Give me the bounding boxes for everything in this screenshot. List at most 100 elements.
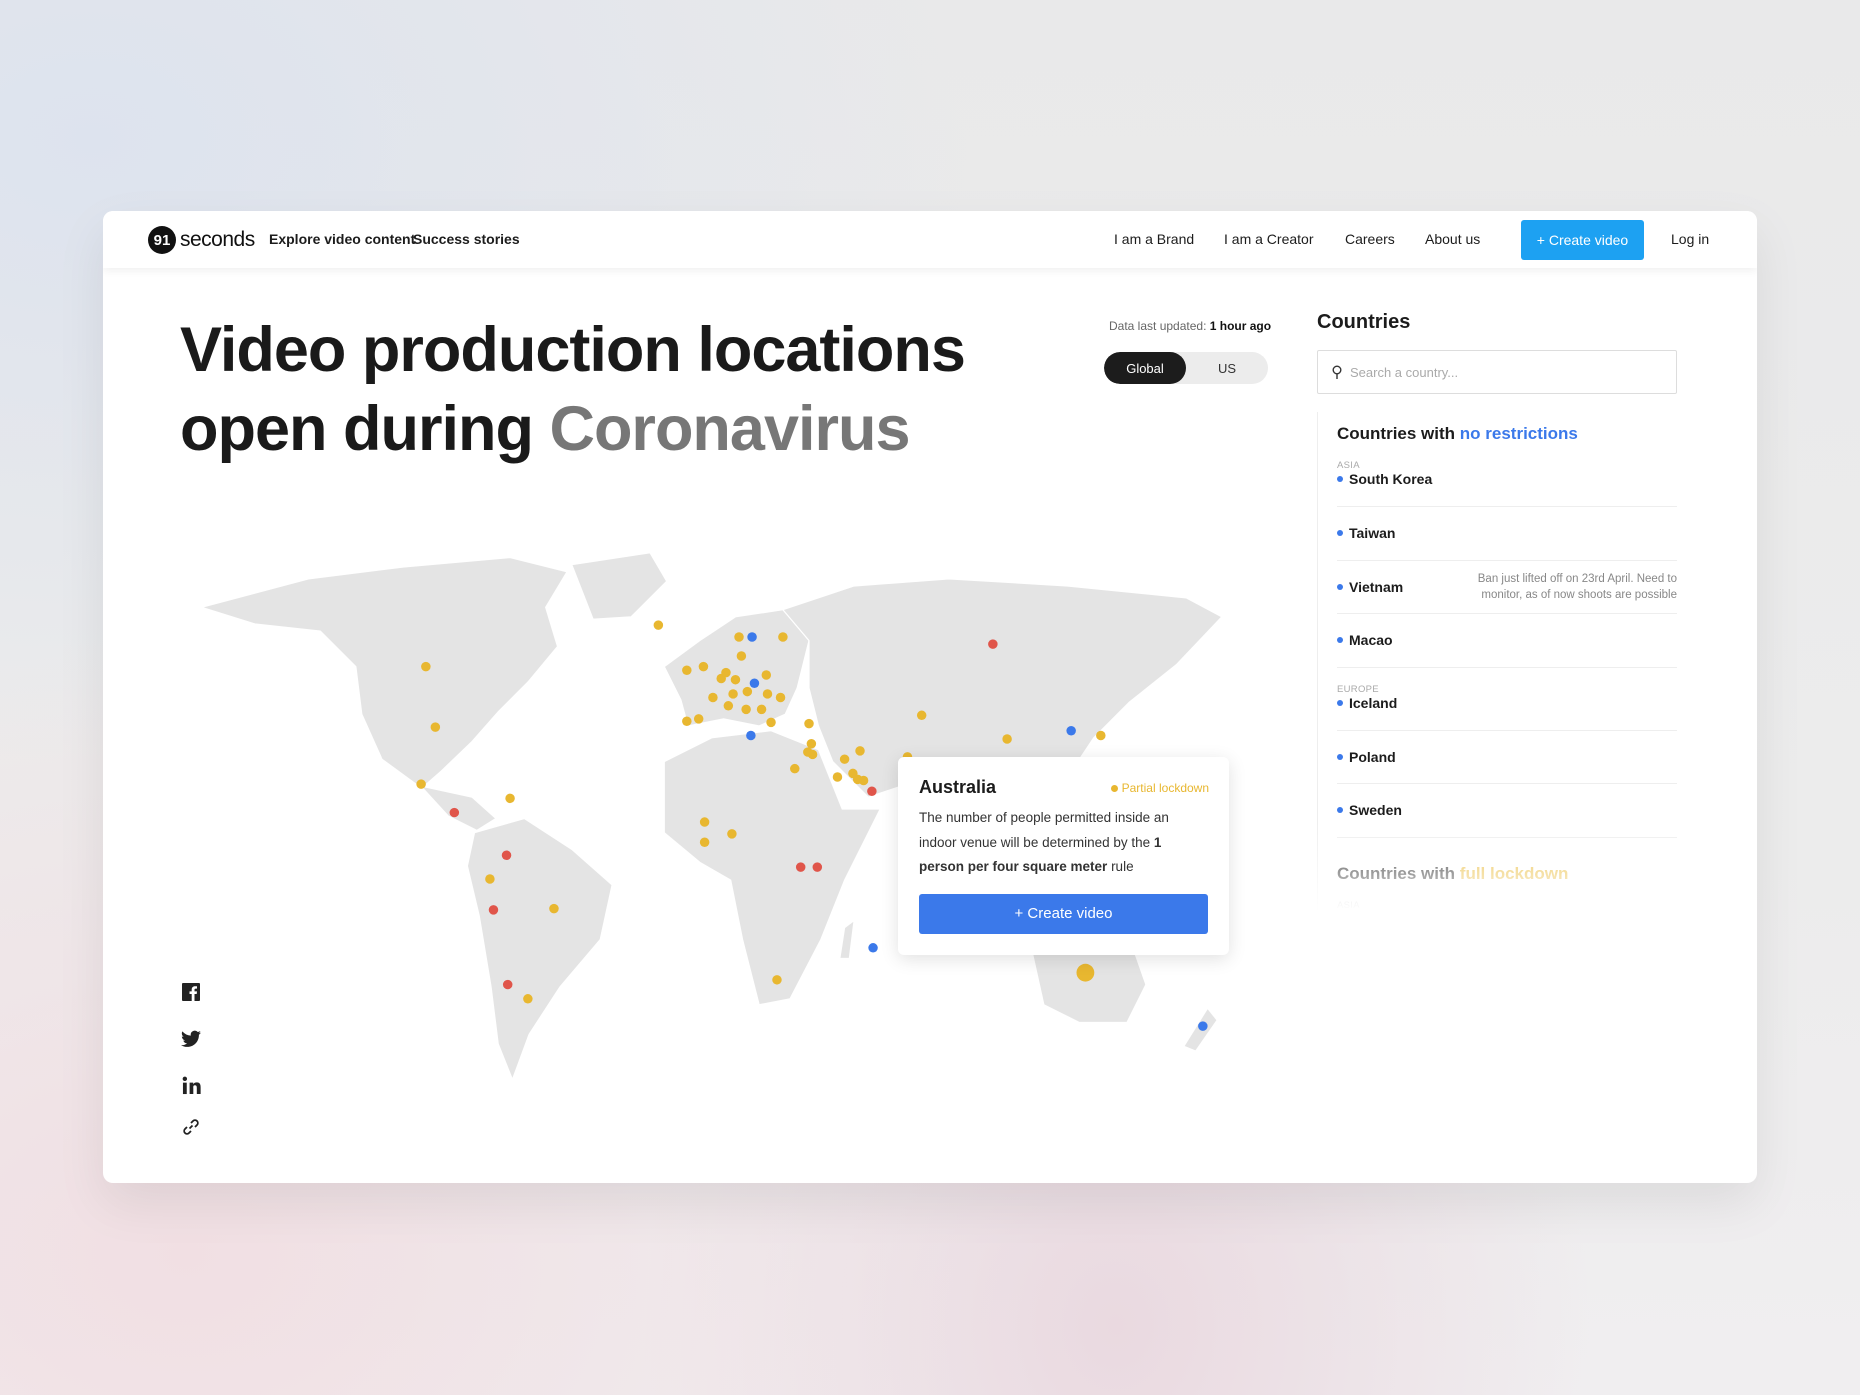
location-dot[interactable] [721, 667, 731, 678]
location-dot[interactable] [699, 817, 710, 827]
create-video-button[interactable]: + Create video [1521, 220, 1644, 260]
location-dot[interactable] [449, 807, 460, 818]
login-link[interactable]: Log in [1671, 231, 1709, 247]
location-dot[interactable] [501, 850, 512, 861]
location-dot[interactable] [804, 718, 814, 729]
nav-creator[interactable]: I am a Creator [1224, 231, 1313, 247]
location-dot[interactable] [772, 975, 782, 985]
location-dot[interactable] [1096, 730, 1106, 741]
country-row[interactable]: Poland [1337, 731, 1677, 784]
location-dot[interactable] [756, 704, 767, 715]
nav-about[interactable]: About us [1425, 231, 1480, 247]
country-row[interactable]: Sweden [1337, 784, 1677, 838]
location-dot[interactable] [699, 837, 710, 847]
country-row[interactable]: South Korea [1337, 471, 1677, 507]
location-dot[interactable] [727, 829, 737, 839]
location-dot[interactable] [723, 701, 734, 711]
location-dot[interactable] [485, 874, 495, 884]
location-dot[interactable] [505, 793, 515, 804]
location-dot[interactable] [502, 979, 513, 990]
location-dot[interactable] [1198, 1021, 1208, 1031]
location-dot[interactable] [742, 686, 753, 697]
nav-success-stories[interactable]: Success stories [413, 231, 520, 247]
country-name: Taiwan [1337, 525, 1395, 541]
location-dot[interactable] [1002, 734, 1012, 744]
nav-brand[interactable]: I am a Brand [1114, 231, 1194, 247]
location-dot[interactable] [988, 639, 998, 649]
location-dot[interactable] [790, 763, 800, 774]
location-dot[interactable] [430, 722, 441, 732]
location-dot[interactable] [747, 632, 757, 642]
countries-list[interactable]: Countries with no restrictions ASIA South … [1317, 412, 1677, 1107]
location-dot[interactable] [728, 689, 738, 699]
location-dot[interactable] [523, 994, 533, 1004]
location-dot[interactable] [761, 670, 772, 680]
country-row[interactable]: Japan Freelancers are avoiding shooting a… [1337, 911, 1677, 947]
linkedin-icon[interactable] [181, 1075, 201, 1095]
location-dot[interactable] [698, 661, 709, 672]
location-dot[interactable] [693, 714, 704, 724]
location-dot[interactable] [766, 717, 776, 728]
twitter-icon[interactable] [181, 1029, 201, 1049]
location-dot[interactable] [653, 620, 664, 630]
location-dot[interactable] [736, 651, 747, 661]
toggle-global[interactable]: Global [1104, 352, 1186, 384]
location-dot[interactable] [868, 943, 878, 953]
location-dot[interactable] [549, 903, 559, 914]
country-row[interactable]: Indonesia Group bigger than 5 is not allo… [1337, 1000, 1677, 1054]
north-america [199, 556, 568, 832]
nav-explore[interactable]: Explore video content [269, 231, 415, 247]
location-dot[interactable] [867, 786, 877, 796]
logo-word: seconds [180, 228, 255, 251]
popup-text-main: The number of people permitted inside an… [919, 810, 1169, 850]
data-updated: Data last updated: 1 hour ago [1109, 319, 1271, 333]
location-dot[interactable] [839, 754, 850, 764]
facebook-icon[interactable] [181, 982, 201, 1002]
location-dot[interactable] [762, 689, 773, 699]
south-america [466, 817, 613, 1082]
country-label: Sweden [1349, 802, 1402, 819]
location-dot[interactable] [1066, 725, 1076, 736]
location-dot[interactable] [855, 746, 865, 756]
country-group: Countries with no restrictions ASIA South … [1337, 412, 1677, 838]
location-dot[interactable] [832, 772, 843, 782]
popup-text-end: rule [1107, 859, 1134, 874]
location-dot[interactable] [416, 779, 426, 789]
country-row[interactable]: Taiwan [1337, 507, 1677, 561]
location-dot[interactable] [812, 862, 823, 872]
location-dot[interactable] [746, 730, 756, 741]
logo[interactable]: 91 seconds [148, 226, 255, 254]
search-input[interactable]: Search a country... [1317, 350, 1677, 394]
link-icon[interactable] [181, 1117, 201, 1137]
location-dot[interactable] [916, 710, 927, 721]
location-dot[interactable] [682, 716, 692, 726]
country-row[interactable]: Macao [1337, 614, 1677, 668]
location-dot[interactable] [734, 632, 744, 642]
country-name: Vietnam [1337, 579, 1403, 595]
australia-dot-selected[interactable] [1076, 963, 1095, 982]
location-dot[interactable] [488, 905, 499, 915]
title-highlight: Coronavirus [549, 394, 910, 464]
nav-careers[interactable]: Careers [1345, 231, 1395, 247]
location-dot[interactable] [795, 862, 806, 872]
location-dot[interactable] [806, 739, 817, 749]
location-dot[interactable] [421, 661, 431, 672]
location-dot[interactable] [730, 674, 741, 685]
popup-create-video-button[interactable]: + Create video [919, 893, 1208, 934]
country-row[interactable]: Philippines Group bigger than 5 is not al… [1337, 1054, 1677, 1107]
location-dot[interactable] [807, 749, 818, 760]
country-row[interactable]: China No big production, small scale shoo… [1337, 947, 1677, 1000]
location-dot[interactable] [778, 632, 788, 642]
location-dot[interactable] [708, 692, 718, 703]
toggle-us[interactable]: US [1186, 352, 1268, 384]
country-row[interactable]: Vietnam Ban just lifted off on 23rd April… [1337, 561, 1677, 614]
location-dot[interactable] [749, 678, 760, 689]
group-heading-prefix: Countries with [1337, 424, 1460, 443]
group-heading-highlight: full lockdown [1459, 863, 1569, 883]
location-dot[interactable] [858, 775, 869, 786]
country-row[interactable]: Iceland [1337, 695, 1677, 731]
location-dot[interactable] [741, 704, 751, 715]
status-dot-icon [1337, 969, 1343, 976]
location-dot[interactable] [682, 665, 692, 675]
location-dot[interactable] [775, 692, 786, 703]
